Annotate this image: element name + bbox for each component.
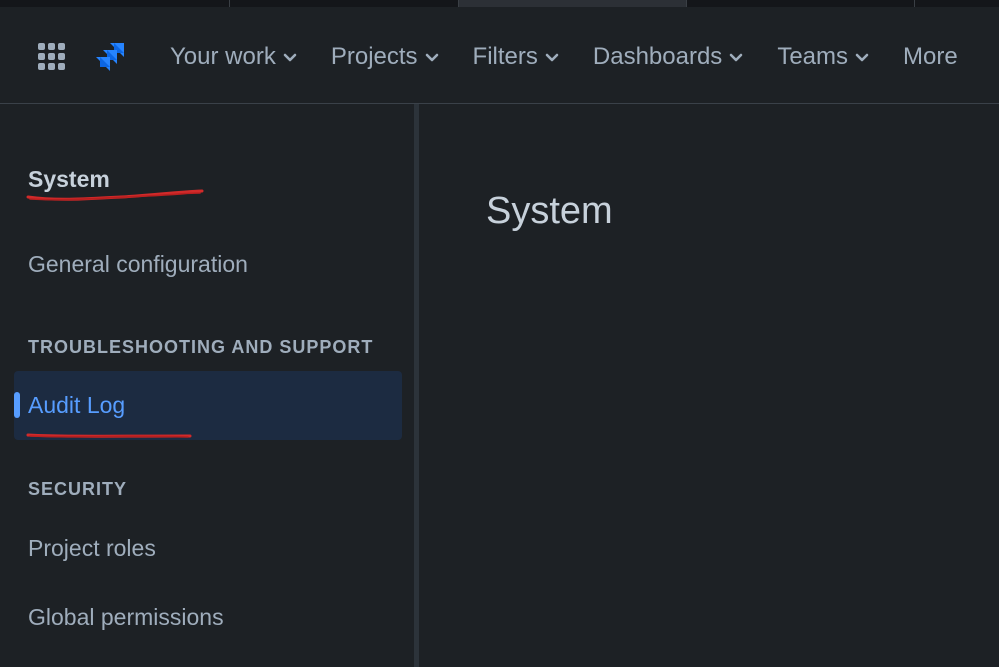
nav-label: Your work <box>170 43 276 70</box>
browser-tab-strip <box>0 0 999 7</box>
browser-tab[interactable] <box>0 0 230 7</box>
nav-label: More <box>903 43 958 70</box>
sidebar-section-security: SECURITY <box>28 479 128 499</box>
primary-nav: Your work Projects Filters Dashboards Te… <box>170 37 958 77</box>
nav-your-work[interactable]: Your work <box>170 43 297 71</box>
chevron-down-icon <box>425 53 438 62</box>
sidebar-item-project-roles[interactable]: Project roles <box>28 535 156 562</box>
app-switcher-grid-icon[interactable] <box>36 41 68 73</box>
nav-label: Filters <box>472 43 538 70</box>
nav-teams[interactable]: Teams <box>777 43 869 71</box>
chevron-down-icon <box>855 53 869 62</box>
sidebar-item-general-configuration[interactable]: General configuration <box>28 251 248 278</box>
page-title: System <box>486 190 613 232</box>
nav-label: Teams <box>777 43 848 70</box>
annotation-underline-icon <box>26 189 204 201</box>
active-indicator <box>14 392 20 418</box>
browser-tab[interactable] <box>687 0 915 7</box>
sidebar-item-label: Audit Log <box>28 392 126 418</box>
nav-label: Dashboards <box>592 43 723 70</box>
nav-filters[interactable]: Filters <box>473 43 559 71</box>
nav-dashboards[interactable]: Dashboards <box>593 43 743 71</box>
browser-tab-active[interactable] <box>459 0 687 7</box>
sidebar-section-troubleshooting: TROUBLESHOOTING AND SUPPORT <box>28 337 374 357</box>
nav-projects[interactable]: Projects <box>331 43 439 71</box>
top-navigation-bar: Your work Projects Filters Dashboards Te… <box>0 7 999 104</box>
chevron-down-icon <box>730 53 743 62</box>
chevron-down-icon <box>283 53 297 62</box>
sidebar-item-global-permissions[interactable]: Global permissions <box>28 604 224 631</box>
browser-tab[interactable] <box>230 0 459 7</box>
sidebar-resize-handle[interactable] <box>414 104 419 667</box>
annotation-underline-icon <box>26 433 192 438</box>
chevron-down-icon <box>545 53 559 62</box>
nav-more[interactable]: More <box>903 43 958 71</box>
jira-logo-icon[interactable] <box>92 39 128 75</box>
nav-label: Projects <box>330 43 418 70</box>
